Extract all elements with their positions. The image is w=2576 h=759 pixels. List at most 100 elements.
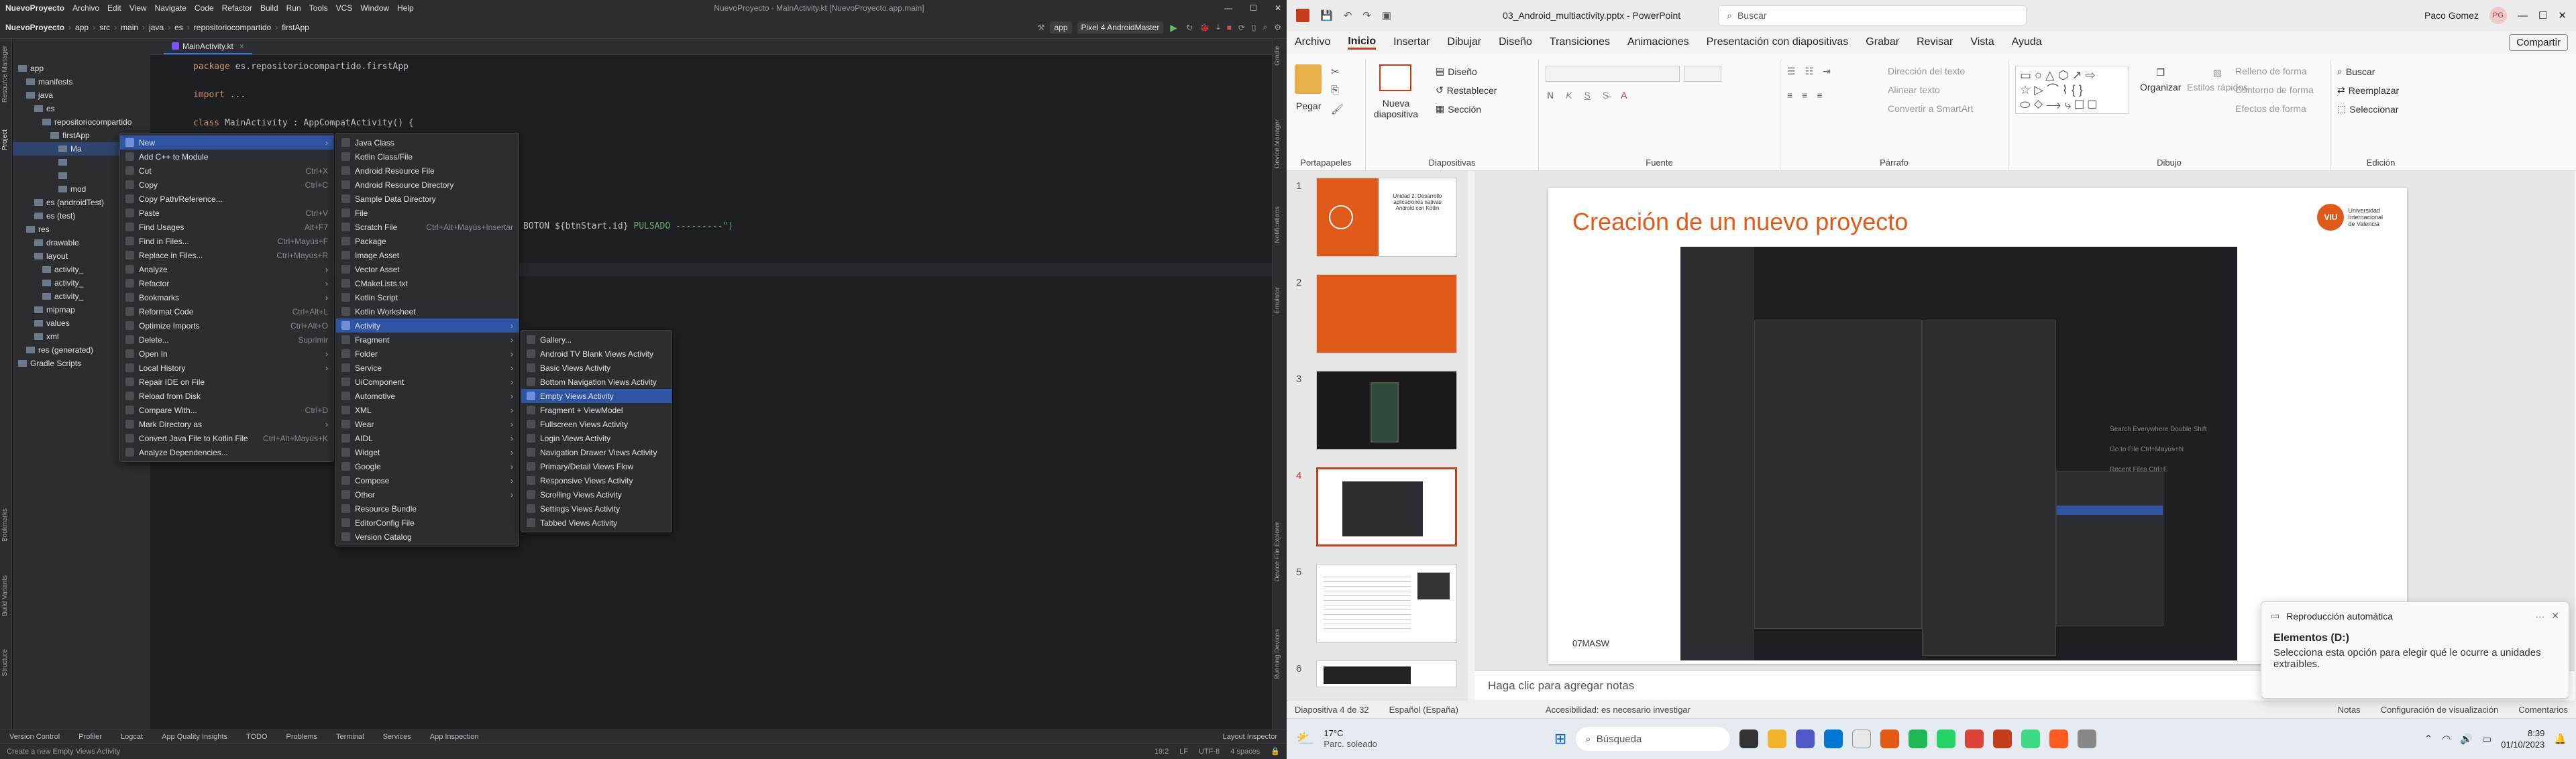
new-slide-button[interactable]: Nueva diapositiva (1373, 98, 1419, 119)
hammer-icon[interactable]: ⚒ (1038, 23, 1045, 32)
tool-device-manager[interactable]: Device Manager (1274, 119, 1281, 168)
align-left-icon[interactable]: ≡ (1787, 90, 1792, 101)
weather-widget[interactable]: 17°C Parc. soleado (1324, 728, 1377, 750)
tool-tab-app-quality[interactable]: App Quality Insights (162, 733, 227, 741)
menu-item[interactable]: Kotlin Worksheet (336, 304, 519, 318)
menu-item[interactable]: Reformat Code Ctrl+Alt+L (120, 304, 333, 318)
menu-item[interactable]: Find in Files... Ctrl+Mayús+F (120, 234, 333, 248)
task-view-icon[interactable] (1739, 729, 1759, 748)
close-icon[interactable]: ✕ (2551, 610, 2559, 622)
menu-item[interactable]: Scratch File Ctrl+Alt+Mayús+Insertar (336, 220, 519, 234)
menu-item[interactable]: Vector Asset (336, 262, 519, 276)
ide-menu-navigate[interactable]: Navigate (155, 3, 186, 13)
tool-device-file-explorer[interactable]: Device File Explorer (1274, 522, 1281, 581)
paste-button[interactable]: Pegar (1296, 101, 1321, 111)
tool-tab-services[interactable]: Services (383, 733, 411, 741)
app-icon[interactable] (2078, 729, 2097, 748)
bullets-icon[interactable]: ☰ (1787, 66, 1796, 77)
avatar[interactable]: PG (2489, 7, 2507, 24)
menu-item[interactable]: Optimize Imports Ctrl+Alt+O (120, 318, 333, 333)
redo-icon[interactable]: ↷ (1362, 9, 1371, 21)
present-icon[interactable]: ▣ (1382, 9, 1391, 21)
ide-menu-window[interactable]: Window (360, 3, 389, 13)
status-cursor-pos[interactable]: 19:2 (1155, 748, 1169, 756)
tool-emulator[interactable]: Emulator (1274, 287, 1281, 314)
replace-button[interactable]: ⇄ Reemplazar (2337, 84, 2399, 96)
menu-item[interactable]: Android TV Blank Views Activity (521, 347, 672, 361)
minimize-icon[interactable]: — (1224, 3, 1232, 13)
menu-item[interactable]: Wear › (336, 417, 519, 431)
tool-tab-layout-inspector[interactable]: Layout Inspector (1223, 733, 1277, 741)
tool-notifications[interactable]: Notifications (1274, 207, 1281, 243)
menu-item[interactable]: Google › (336, 459, 519, 473)
menu-item[interactable]: Activity › (336, 318, 519, 333)
menu-item[interactable]: Primary/Detail Views Flow (521, 459, 672, 473)
bold-button[interactable]: N (1547, 90, 1554, 101)
menu-item[interactable]: Fragment + ViewModel (521, 403, 672, 417)
ide-menu-refactor[interactable]: Refactor (222, 3, 252, 13)
menu-item[interactable]: Fragment › (336, 333, 519, 347)
edge-icon[interactable] (1824, 729, 1843, 748)
menu-item[interactable]: EditorConfig File (336, 516, 519, 530)
tool-project[interactable]: Project (1, 129, 9, 150)
code-line[interactable]: import ... (193, 90, 246, 100)
editor-tab-mainactivity[interactable]: MainActivity.kt × (164, 39, 252, 54)
tab-insertar[interactable]: Insertar (1393, 36, 1430, 48)
menu-item[interactable]: Android Resource Directory (336, 178, 519, 192)
copy-icon[interactable]: ⎘ (1331, 84, 1339, 96)
menu-item[interactable]: New › (120, 135, 333, 150)
close-icon[interactable]: ✕ (2558, 9, 2567, 21)
device-manager-icon[interactable]: ▯ (1252, 23, 1256, 32)
menu-item[interactable]: Version Catalog (336, 530, 519, 544)
menu-item[interactable]: File (336, 206, 519, 220)
tool-tab-problems[interactable]: Problems (286, 733, 317, 741)
search-icon[interactable]: ⌕ (1263, 22, 1268, 32)
smartart-button[interactable]: Convertir a SmartArt (1888, 103, 1974, 114)
italic-button[interactable]: K (1566, 90, 1572, 101)
menu-item[interactable]: Open In › (120, 347, 333, 361)
menu-item[interactable]: Fullscreen Views Activity (521, 417, 672, 431)
menu-item[interactable]: Kotlin Script (336, 290, 519, 304)
menu-item[interactable]: Repair IDE on File (120, 375, 333, 389)
menu-item[interactable]: Reload from Disk (120, 389, 333, 403)
menu-item[interactable]: Scrolling Views Activity (521, 487, 672, 502)
tool-tab-logcat[interactable]: Logcat (121, 733, 143, 741)
slide-thumbnail[interactable]: Unidad 2: Desarrollo aplicaciones nativa… (1316, 178, 1457, 257)
code-line[interactable]: BOTON ${btnStart.id} PULSADO ---------") (523, 221, 733, 231)
clock[interactable]: 8:39 01/10/2023 (2501, 727, 2544, 750)
ide-menu-build[interactable]: Build (260, 3, 278, 13)
share-button[interactable]: Compartir (2509, 34, 2568, 51)
menu-item[interactable]: Empty Views Activity (521, 389, 672, 403)
menu-item[interactable]: Automotive › (336, 389, 519, 403)
breadcrumb-item[interactable]: java (149, 23, 164, 32)
ide-menu-view[interactable]: View (129, 3, 147, 13)
menu-item[interactable]: Bottom Navigation Views Activity (521, 375, 672, 389)
tray-chevron-icon[interactable]: ⌃ (2424, 733, 2433, 745)
store-icon[interactable] (1852, 729, 1872, 748)
ide-menu-run[interactable]: Run (286, 3, 301, 13)
menu-item[interactable]: Android Resource File (336, 164, 519, 178)
slide-title[interactable]: Creación de un nuevo proyecto (1572, 208, 1908, 236)
menu-item[interactable]: Java Class (336, 135, 519, 150)
tool-bookmarks[interactable]: Bookmarks (1, 508, 9, 542)
tool-tab-terminal[interactable]: Terminal (336, 733, 364, 741)
menu-item[interactable]: UiComponent › (336, 375, 519, 389)
new-slide-icon[interactable] (1379, 64, 1411, 91)
run-config-select[interactable]: app (1050, 21, 1072, 34)
select-button[interactable]: ⬚ Seleccionar (2337, 103, 2398, 115)
slide-thumbnail[interactable] (1316, 274, 1457, 353)
spotify-icon[interactable] (1909, 729, 1928, 748)
maximize-icon[interactable]: ☐ (2538, 9, 2547, 21)
tool-tab-app-inspection[interactable]: App Inspection (430, 733, 479, 741)
comments-toggle[interactable]: Comentarios (2518, 705, 2568, 715)
settings-icon[interactable]: ⚙ (1274, 23, 1281, 32)
font-family-select[interactable] (1546, 66, 1680, 82)
run-icon[interactable]: ▶ (1170, 23, 1179, 32)
format-painter-icon[interactable]: 🖌 (1331, 103, 1344, 115)
attach-icon[interactable]: ⤓ (1216, 22, 1220, 32)
rerun-icon[interactable]: ↻ (1186, 23, 1193, 32)
firefox-icon[interactable] (1880, 729, 1900, 748)
close-icon[interactable]: ✕ (1275, 3, 1281, 13)
menu-item[interactable]: Copy Ctrl+C (120, 178, 333, 192)
tool-running-devices[interactable]: Running Devices (1274, 629, 1281, 680)
